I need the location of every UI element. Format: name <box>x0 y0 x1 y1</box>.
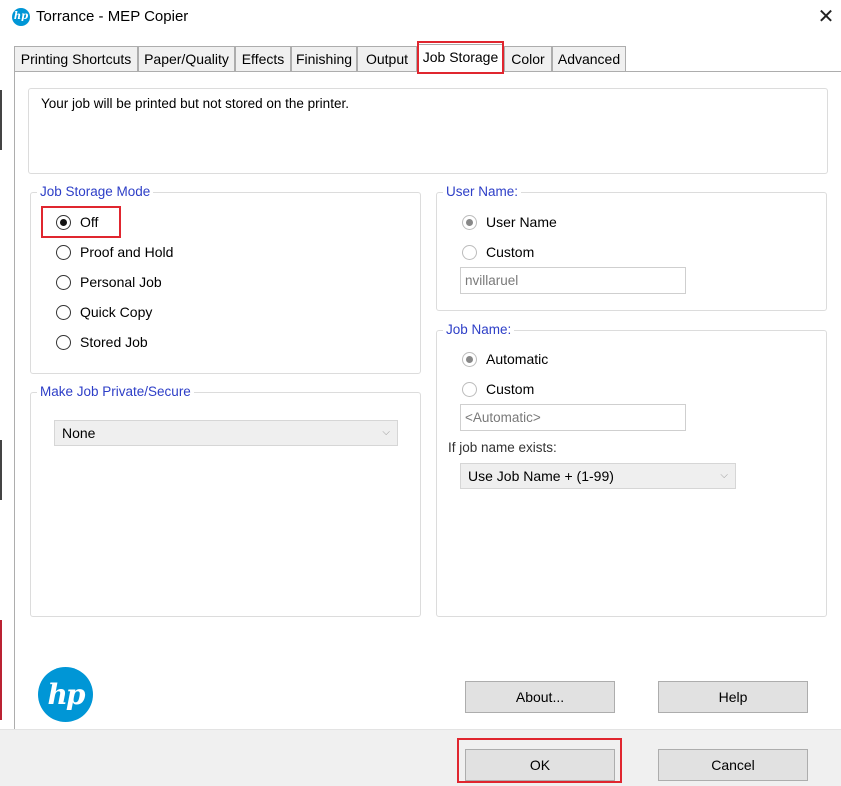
description-text: Your job will be printed but not stored … <box>41 96 349 111</box>
description-box: Your job will be printed but not stored … <box>28 88 828 174</box>
radio-job-custom[interactable]: Custom <box>462 379 534 399</box>
chevron-down-icon: ⌵ <box>720 470 728 481</box>
radio-quick-copy[interactable]: Quick Copy <box>56 302 152 322</box>
page-edge <box>0 440 2 500</box>
chevron-down-icon: ⌵ <box>382 427 390 438</box>
radio-button[interactable] <box>56 244 71 260</box>
tab-printing-shortcuts[interactable]: Printing Shortcuts <box>14 46 138 72</box>
radio-button[interactable] <box>56 274 71 290</box>
radio-button[interactable] <box>56 214 71 230</box>
make-private-dropdown[interactable]: None ⌵ <box>54 420 398 446</box>
tab-advanced[interactable]: Advanced <box>552 46 626 72</box>
radio-personal-job[interactable]: Personal Job <box>56 272 162 292</box>
help-button[interactable]: Help <box>658 681 808 713</box>
radio-label: Quick Copy <box>80 304 153 320</box>
radio-label: Custom <box>486 244 535 260</box>
user-name-field[interactable]: nvillaruel <box>460 267 686 294</box>
ok-button[interactable]: OK <box>465 749 615 781</box>
radio-button[interactable] <box>56 304 71 320</box>
make-private-label: Make Job Private/Secure <box>37 384 194 400</box>
page-edge <box>0 620 2 720</box>
cancel-button[interactable]: Cancel <box>658 749 808 781</box>
hp-logo-icon: hp <box>12 8 30 26</box>
about-button[interactable]: About... <box>465 681 615 713</box>
hp-logo: hp <box>38 667 93 722</box>
title-bar: hp Torrance - MEP Copier ✕ <box>0 0 841 36</box>
tab-color[interactable]: Color <box>504 46 552 72</box>
radio-label: User Name <box>486 214 557 230</box>
if-exists-dropdown[interactable]: Use Job Name + (1-99) ⌵ <box>460 463 736 489</box>
radio-stored-job[interactable]: Stored Job <box>56 332 148 352</box>
close-icon[interactable]: ✕ <box>812 4 840 30</box>
radio-label: Personal Job <box>80 274 162 290</box>
tab-output[interactable]: Output <box>357 46 417 72</box>
radio-button[interactable] <box>56 334 71 350</box>
page-edge <box>0 90 2 150</box>
radio-label: Custom <box>486 381 535 397</box>
dropdown-value: Use Job Name + (1-99) <box>468 468 614 484</box>
radio-button[interactable] <box>462 214 477 230</box>
tab-finishing[interactable]: Finishing <box>291 46 357 72</box>
tab-paper-quality[interactable]: Paper/Quality <box>138 46 235 72</box>
radio-label: Automatic <box>486 351 549 367</box>
radio-user-custom[interactable]: Custom <box>462 242 534 262</box>
radio-button[interactable] <box>462 351 477 367</box>
radio-label: Stored Job <box>80 334 148 350</box>
job-name-label: Job Name: <box>443 322 515 338</box>
dropdown-value: None <box>62 425 96 441</box>
tab-effects[interactable]: Effects <box>235 46 291 72</box>
job-storage-mode-label: Job Storage Mode <box>37 184 154 200</box>
radio-job-automatic[interactable]: Automatic <box>462 349 548 369</box>
radio-off[interactable]: Off <box>56 212 98 232</box>
job-name-field[interactable]: <Automatic> <box>460 404 686 431</box>
radio-user-name[interactable]: User Name <box>462 212 557 232</box>
radio-label: Off <box>80 214 99 230</box>
tab-job-storage[interactable]: Job Storage <box>417 44 504 73</box>
window-title: Torrance - MEP Copier <box>36 8 189 25</box>
user-name-label: User Name: <box>443 184 522 200</box>
radio-button[interactable] <box>462 244 477 260</box>
if-exists-label: If job name exists: <box>448 440 557 455</box>
radio-button[interactable] <box>462 381 477 397</box>
radio-proof-and-hold[interactable]: Proof and Hold <box>56 242 173 262</box>
radio-label: Proof and Hold <box>80 244 174 260</box>
